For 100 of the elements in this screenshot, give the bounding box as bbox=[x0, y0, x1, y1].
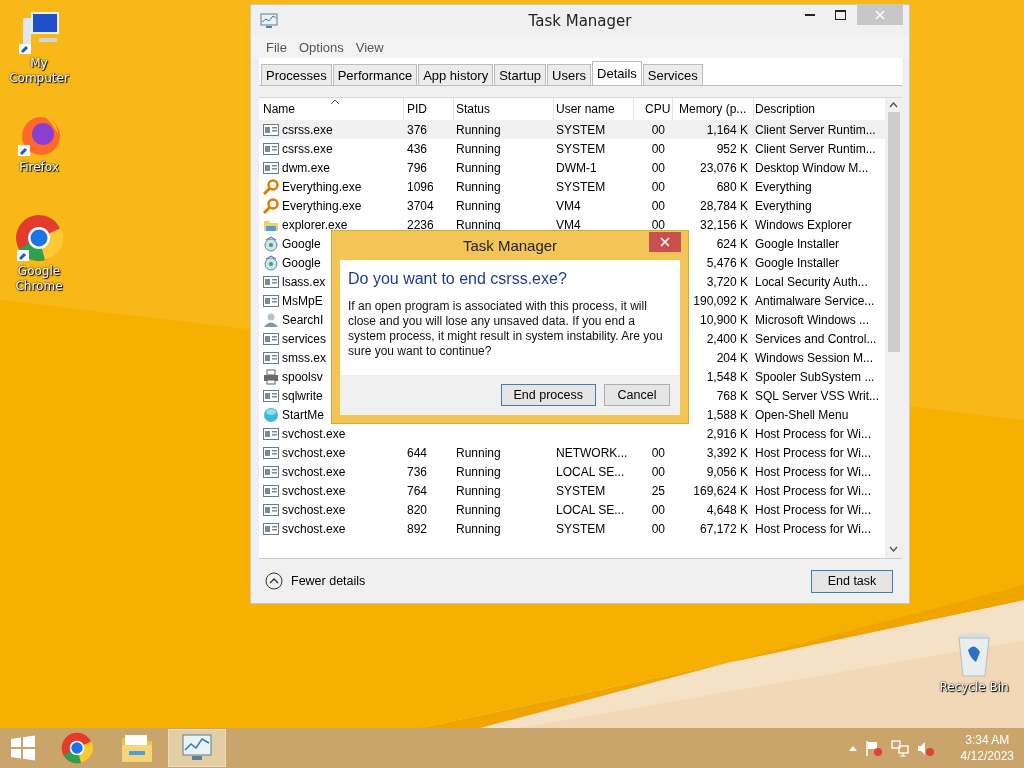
table-cell: 2,400 K bbox=[706, 331, 748, 346]
table-cell: Windows Explorer bbox=[755, 217, 852, 232]
table-cell: 820 bbox=[407, 502, 428, 517]
table-cell: Running bbox=[456, 502, 501, 517]
table-cell: VM4 bbox=[556, 198, 581, 213]
process-name: svchost.exe bbox=[282, 483, 346, 498]
process-name: svchost.exe bbox=[282, 445, 346, 460]
table-cell: Host Process for Wi... bbox=[755, 521, 872, 536]
table-cell: 28,784 K bbox=[699, 198, 748, 213]
table-cell: Open-Shell Menu bbox=[755, 407, 849, 422]
table-cell: 00 bbox=[651, 217, 665, 232]
table-cell: Desktop Window M... bbox=[755, 160, 869, 175]
table-cell: Running bbox=[456, 179, 501, 194]
table-cell: 376 bbox=[407, 122, 428, 137]
table-cell: 169,624 K bbox=[693, 483, 748, 498]
table-cell: 23,076 K bbox=[699, 160, 748, 175]
table-cell: 3,720 K bbox=[706, 274, 748, 289]
table-cell: Antimalware Service... bbox=[755, 293, 875, 308]
table-cell: 3704 bbox=[407, 198, 434, 213]
table-cell: Microsoft Windows ... bbox=[755, 312, 870, 327]
table-cell: 892 bbox=[407, 521, 428, 536]
process-name: explorer.exe bbox=[282, 217, 348, 232]
table-cell: 1,588 K bbox=[706, 407, 748, 422]
process-name: svchost.exe bbox=[282, 464, 346, 479]
table-cell: SQL Server VSS Writ... bbox=[755, 388, 880, 403]
table-cell: 00 bbox=[651, 464, 665, 479]
dialog-heading: Do you want to end csrss.exe? bbox=[348, 270, 568, 288]
table-cell: 00 bbox=[651, 122, 665, 137]
table-cell: Client Server Runtim... bbox=[755, 141, 876, 156]
table-cell: DWM-1 bbox=[556, 160, 597, 175]
table-cell: 1,164 K bbox=[706, 122, 748, 137]
table-cell: 2,916 K bbox=[706, 426, 748, 441]
table-cell: Running bbox=[456, 445, 501, 460]
process-name: spoolsv bbox=[282, 369, 323, 384]
table-cell: Running bbox=[456, 483, 501, 498]
table-cell: Running bbox=[456, 141, 501, 156]
table-cell: SYSTEM bbox=[556, 483, 606, 498]
table-cell: 796 bbox=[407, 160, 428, 175]
table-cell: 00 bbox=[651, 179, 665, 194]
table-cell: 190,092 K bbox=[693, 293, 748, 308]
table-cell: 00 bbox=[651, 445, 665, 460]
table-cell: 764 bbox=[407, 483, 428, 498]
table-cell: 436 bbox=[407, 141, 428, 156]
table-cell: Host Process for Wi... bbox=[755, 445, 872, 460]
table-cell: 00 bbox=[651, 141, 665, 156]
process-name: sqlwrite bbox=[282, 388, 323, 403]
window-title: Task Manager bbox=[528, 11, 632, 30]
table-cell: NETWORK... bbox=[556, 445, 628, 460]
table-cell: 204 K bbox=[716, 350, 748, 365]
table-cell: 67,172 K bbox=[699, 521, 748, 536]
process-name: svchost.exe bbox=[282, 502, 346, 517]
table-cell: 3,392 K bbox=[706, 445, 748, 460]
process-name: StartMe bbox=[282, 407, 324, 422]
table-cell: Host Process for Wi... bbox=[755, 426, 872, 441]
process-name: csrss.exe bbox=[282, 141, 333, 156]
table-cell: Running bbox=[456, 217, 501, 232]
table-cell: Google Installer bbox=[755, 236, 840, 251]
table-cell: Host Process for Wi... bbox=[755, 464, 872, 479]
dialog-message: If an open program is associated with this process, it will close and you will lose any unsaved data. If you end a system process, it might result in system instability. Are you sure you want to continue? bbox=[348, 299, 664, 359]
table-cell: Host Process for Wi... bbox=[755, 502, 872, 517]
table-cell: 00 bbox=[651, 502, 665, 517]
table-cell: Running bbox=[456, 160, 501, 175]
process-name: lsass.ex bbox=[282, 274, 326, 289]
dialog-title: Task Manager bbox=[462, 237, 558, 254]
table-cell: Everything bbox=[755, 198, 812, 213]
table-cell: Running bbox=[456, 464, 501, 479]
table-cell: 4,648 K bbox=[706, 502, 748, 517]
table-cell: LOCAL SE... bbox=[556, 464, 625, 479]
process-name: csrss.exe bbox=[282, 122, 333, 137]
table-cell: 00 bbox=[651, 160, 665, 175]
table-cell: SYSTEM bbox=[556, 179, 606, 194]
table-cell: Local Security Auth... bbox=[755, 274, 868, 289]
table-cell: LOCAL SE... bbox=[556, 502, 625, 517]
process-name: SearchI bbox=[282, 312, 324, 327]
table-cell: 768 K bbox=[716, 388, 748, 403]
table-cell: 32,156 K bbox=[699, 217, 748, 232]
table-cell: 5,476 K bbox=[706, 255, 748, 270]
table-cell: 00 bbox=[651, 198, 665, 213]
table-cell: SYSTEM bbox=[556, 521, 606, 536]
table-cell: 10,900 K bbox=[699, 312, 748, 327]
table-cell: Spooler SubSystem ... bbox=[755, 369, 875, 384]
table-cell: 1096 bbox=[407, 179, 434, 194]
table-cell: 25 bbox=[651, 483, 665, 498]
table-cell: Running bbox=[456, 198, 501, 213]
table-cell: 1,548 K bbox=[706, 369, 748, 384]
table-cell: 9,056 K bbox=[706, 464, 748, 479]
process-name: Google bbox=[282, 255, 321, 270]
table-cell: Windows Session M... bbox=[755, 350, 874, 365]
process-name: smss.ex bbox=[282, 350, 326, 365]
table-cell: 624 K bbox=[716, 236, 748, 251]
table-cell: Host Process for Wi... bbox=[755, 483, 872, 498]
process-name: services bbox=[282, 331, 326, 346]
table-cell: Google Installer bbox=[755, 255, 840, 270]
table-cell: 644 bbox=[407, 445, 428, 460]
table-cell: Client Server Runtim... bbox=[755, 122, 876, 137]
table-cell: Running bbox=[456, 122, 501, 137]
table-cell: 680 K bbox=[716, 179, 748, 194]
table-cell: Services and Control... bbox=[755, 331, 877, 346]
process-name: svchost.exe bbox=[282, 426, 346, 441]
process-name: Google bbox=[282, 236, 321, 251]
